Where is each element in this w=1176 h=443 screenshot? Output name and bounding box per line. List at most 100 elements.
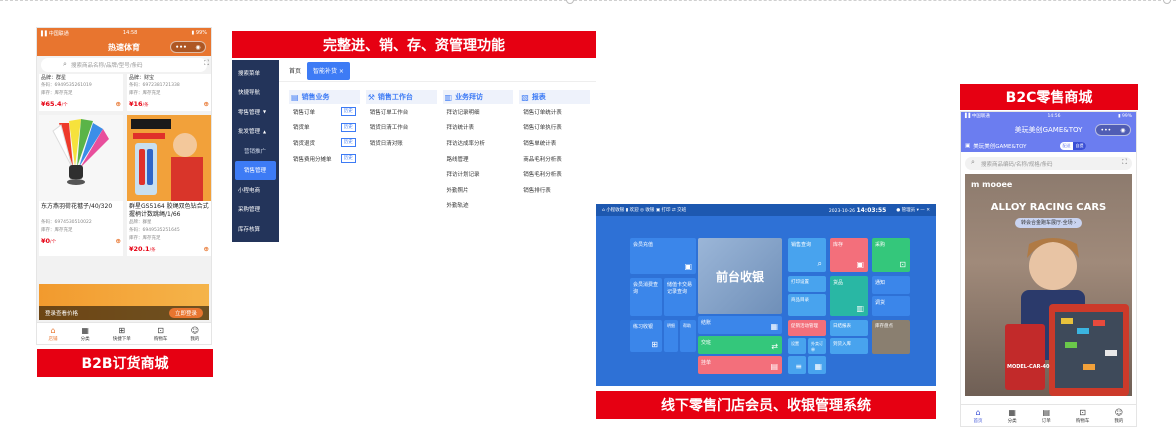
- cart-add-icon[interactable]: ⊕: [204, 245, 209, 253]
- product-card[interactable]: 品牌：群星 条码：6949535261019 库存：库存充足 ¥65.4/个 ⊕: [39, 74, 123, 111]
- sidebar-item-search-menu[interactable]: 搜索菜单: [232, 63, 279, 83]
- tile-member-consume[interactable]: 会员消费查询: [630, 278, 662, 316]
- tile-practice[interactable]: 练习收银 ⊞: [630, 320, 662, 352]
- tab-cart[interactable]: ⊡ 购物车: [154, 326, 168, 342]
- tile-help[interactable]: 帮助: [680, 320, 696, 352]
- sidebar-item-wholesale[interactable]: 批发管理 ▲: [232, 122, 279, 142]
- tile-stock[interactable]: 库存 ▣: [830, 238, 868, 272]
- menu-item[interactable]: 销售订单工作台: [366, 104, 437, 120]
- login-button[interactable]: 立即登录: [168, 308, 203, 318]
- tile-card-points[interactable]: 储值卡交易记录查询: [664, 278, 696, 316]
- product-card[interactable]: 群星GS5164 胶绳双色钻合式握柄计数跳绳/1/66 品牌：群星 条码：694…: [127, 115, 211, 256]
- tile-goods[interactable]: 货品 ▥: [830, 276, 868, 316]
- pos-menu[interactable]: ⌂ 小程收银 ▮ 欢迎 ◎ 收银 ▣ 打印 ⇄ 交班: [602, 207, 686, 213]
- tab-shop[interactable]: ⌂ 店铺: [49, 326, 58, 342]
- menu-item[interactable]: 拜访记录明细: [443, 104, 514, 120]
- capsule-menu[interactable]: ••• ◉: [170, 41, 206, 53]
- menu-item[interactable]: 销售费用分摊单 历史: [289, 151, 360, 167]
- tile-member-recharge[interactable]: 会员充值 ▣: [630, 238, 696, 274]
- menu-item[interactable]: 销货日清对账: [366, 135, 437, 151]
- tile-exchange[interactable]: 交班 ⇄: [698, 336, 782, 354]
- menu-item[interactable]: 外勤照片: [443, 182, 514, 198]
- tab-orders[interactable]: ▤ 订单: [1042, 408, 1051, 424]
- history-tag[interactable]: 历史: [340, 107, 356, 117]
- menu-item[interactable]: 路线管理: [443, 151, 514, 167]
- menu-item[interactable]: 销货日清工作台: [366, 120, 437, 136]
- sidebar-item-quick-nav[interactable]: 快捷导航: [232, 83, 279, 103]
- tile-promo[interactable]: 促销活动管理: [788, 320, 826, 336]
- menu-item[interactable]: 销售订单统计表: [519, 104, 590, 120]
- search-input[interactable]: ⌕ 搜索商品编码/名称/规格/条码 ⛶: [965, 157, 1132, 170]
- product-card[interactable]: 东方燕羽荷花毽子/40/320 条码：6974530510022 库存：库存充足…: [39, 115, 123, 256]
- delivery-toggle[interactable]: 配送 自提: [1060, 142, 1086, 150]
- history-tag[interactable]: 历史: [340, 154, 356, 164]
- tile-product-list[interactable]: 商品目录: [788, 294, 826, 316]
- b2c-caption: B2C零售商城: [960, 84, 1138, 110]
- tile-extra-1[interactable]: ≡: [788, 356, 806, 374]
- toggle-pickup[interactable]: 自提: [1073, 142, 1086, 150]
- scan-icon[interactable]: ⛶: [204, 59, 209, 68]
- cart-add-icon[interactable]: ⊕: [116, 100, 121, 108]
- menu-item[interactable]: 销售订单执行表: [519, 120, 590, 136]
- sidebar-item-sales[interactable]: 销售管理: [235, 160, 276, 180]
- tab-me[interactable]: ☺ 我的: [190, 326, 199, 342]
- tab-cart[interactable]: ⊡ 购物车: [1076, 408, 1090, 424]
- close-circle-icon[interactable]: ◉: [1120, 127, 1125, 134]
- menu-item[interactable]: 销售毛利分析表: [519, 166, 590, 182]
- product-card[interactable]: 品牌：财宝 条码：6972381721338 库存：库存充足 ¥16/条 ⊕: [127, 74, 211, 111]
- sidebar-item-inventory[interactable]: 库存核算: [232, 219, 279, 239]
- toggle-delivery[interactable]: 配送: [1060, 142, 1073, 150]
- menu-item[interactable]: 商品毛利分析表: [519, 151, 590, 167]
- scan-icon[interactable]: ⛶: [1122, 158, 1127, 167]
- tab-home[interactable]: 首页: [283, 62, 307, 80]
- pos-window-controls[interactable]: ● 管理员 ▾ — ✕: [896, 207, 930, 213]
- more-icon[interactable]: •••: [1101, 127, 1112, 134]
- tile-front-checkout[interactable]: 前台收银: [698, 238, 782, 314]
- banner-link-pill[interactable]: 转会合金跑车展厅·全场 ›: [1015, 218, 1083, 228]
- tile-inbound[interactable]: 调货: [872, 296, 910, 316]
- tile-sales-query[interactable]: 销售查询 ⌕: [788, 238, 826, 272]
- close-circle-icon[interactable]: ◉: [195, 44, 200, 51]
- store-name[interactable]: 美玩美创GAME&TOY: [973, 142, 1026, 150]
- menu-item[interactable]: 销售订单 历史: [289, 104, 360, 120]
- history-tag[interactable]: 历史: [340, 122, 356, 132]
- sidebar-item-retail[interactable]: 零售管理 ▼: [232, 102, 279, 122]
- tile-detail[interactable]: 明细: [664, 320, 678, 352]
- tile-notice[interactable]: 通知: [872, 276, 910, 294]
- sidebar-item-marketing[interactable]: 营销推广: [232, 141, 279, 161]
- menu-item[interactable]: 拜访计划记录: [443, 166, 514, 182]
- tile-checkout[interactable]: 结账 ▦: [698, 316, 782, 334]
- tile-extra-2[interactable]: ▦: [808, 356, 826, 374]
- tile-takeout[interactable]: 外卖订单: [808, 338, 826, 354]
- menu-item[interactable]: 销售单统计表: [519, 135, 590, 151]
- more-icon[interactable]: •••: [175, 44, 187, 51]
- tab-quick-order[interactable]: ⊞ 快捷下单: [113, 326, 131, 342]
- tab-category[interactable]: ▦ 分类: [81, 326, 90, 342]
- tab-smart-restock[interactable]: 智能补货 ×: [307, 61, 350, 80]
- tile-goods-in[interactable]: 到货入库: [830, 338, 868, 354]
- menu-item[interactable]: 销货单 历史: [289, 120, 360, 136]
- tile-stock-check[interactable]: 库存盘点: [872, 320, 910, 354]
- tile-purchase[interactable]: 采购 ⊡: [872, 238, 910, 272]
- receipt-icon: ▤: [770, 362, 778, 371]
- history-tag[interactable]: 历史: [340, 138, 356, 148]
- tab-category[interactable]: ▦ 分类: [1008, 408, 1017, 424]
- menu-item[interactable]: 外勤轨迹: [443, 198, 514, 214]
- tile-daily-report[interactable]: 日结报表: [830, 320, 868, 336]
- menu-item[interactable]: 拜访达成率分析: [443, 135, 514, 151]
- cart-add-icon[interactable]: ⊕: [204, 100, 209, 108]
- promo-banner[interactable]: m mooee ALLOY RACING CARS 转会合金跑车展厅·全场 › …: [965, 174, 1132, 396]
- sidebar-item-ecommerce[interactable]: 小程电商: [232, 180, 279, 200]
- tile-settle[interactable]: 挂单 ▤: [698, 356, 782, 374]
- search-input[interactable]: ⌕ 搜索商品名称/品牌/型号/条码 ⛶: [41, 58, 209, 72]
- tile-print-settings[interactable]: 打印设置: [788, 276, 826, 292]
- tab-me[interactable]: ☺ 我的: [1114, 408, 1123, 424]
- menu-item[interactable]: 销售排行表: [519, 182, 590, 198]
- menu-item[interactable]: 拜访统计表: [443, 120, 514, 136]
- tile-shortcut[interactable]: 设置: [788, 338, 806, 354]
- capsule-menu[interactable]: ••• ◉: [1095, 124, 1131, 136]
- cart-add-icon[interactable]: ⊕: [116, 237, 121, 245]
- sidebar-item-purchase[interactable]: 采购管理: [232, 200, 279, 220]
- menu-item[interactable]: 销货退货 历史: [289, 135, 360, 151]
- tab-home[interactable]: ⌂ 首页: [974, 408, 983, 424]
